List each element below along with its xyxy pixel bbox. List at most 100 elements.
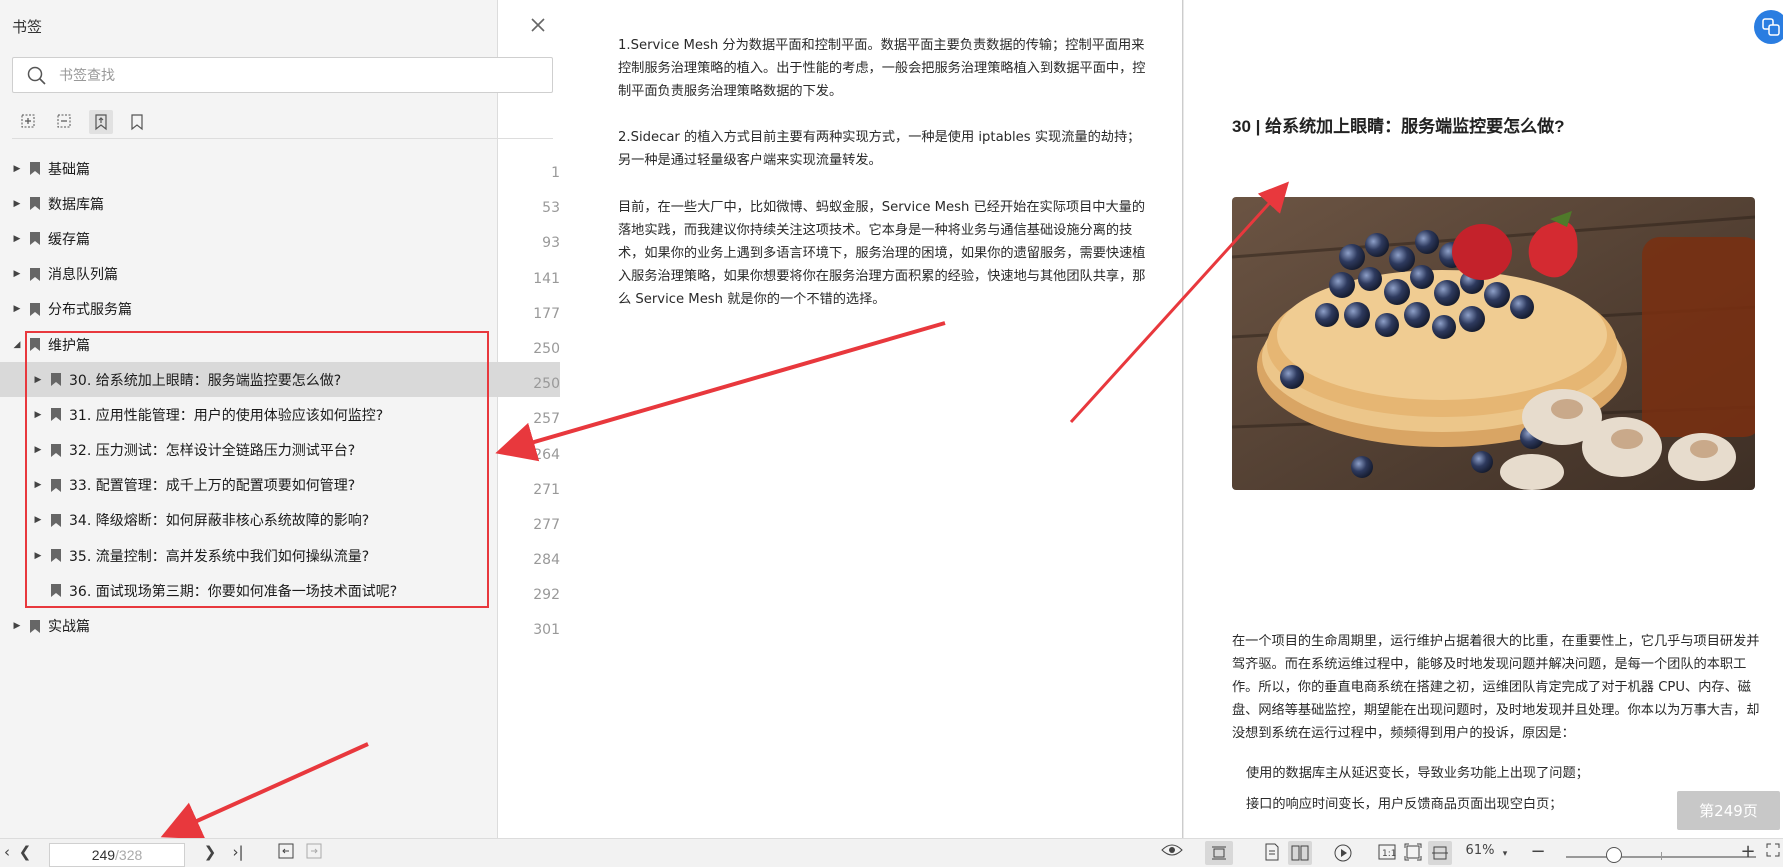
bookmark-label: 36. 面试现场第三期：你要如何准备一场技术面试呢?	[69, 583, 398, 600]
bookmark-page: 177	[533, 305, 560, 322]
bookmark-icon	[51, 549, 61, 563]
actual-size-icon[interactable]: 1:1	[1376, 843, 1398, 861]
paragraph: 2.Sidecar 的植入方式目前主要有两种实现方式，一种是使用 iptable…	[618, 130, 1141, 168]
last-page-icon[interactable]: ›|	[229, 843, 247, 861]
bookmark-item[interactable]: ▶ 31. 应用性能管理：用户的使用体验应该如何监控? 257	[0, 397, 560, 432]
bookmark-label: 32. 压力测试：怎样设计全链路压力测试平台?	[69, 443, 356, 460]
bookmark-page: 93	[542, 235, 560, 252]
bookmark-item[interactable]: ▶ 35. 流量控制：高并发系统中我们如何操纵流量? 284	[0, 538, 560, 573]
back-icon[interactable]	[276, 843, 296, 859]
zoom-tick	[1661, 852, 1662, 860]
expand-arrow-icon[interactable]: ▶	[31, 445, 45, 455]
chapter-image	[1232, 197, 1755, 490]
bookmark-label: 35. 流量控制：高并发系统中我们如何操纵流量?	[69, 548, 370, 565]
bookmark-item[interactable]: ▶ 32. 压力测试：怎样设计全链路压力测试平台? 264	[0, 433, 560, 468]
bookmark-item[interactable]: ▶36. 面试现场第三期：你要如何准备一场技术面试呢?292	[0, 573, 560, 608]
status-bar: ‹ ❮ 249/328 ❯ ›| 1:1 61% ▾ − +	[0, 838, 1783, 867]
remove-bookmark-button[interactable]	[53, 110, 77, 134]
search-input[interactable]	[59, 65, 539, 87]
bookmark-page: 301	[533, 622, 560, 639]
bookmark-item[interactable]: ▶ 33. 配置管理：成千上万的配置项要如何管理? 271	[0, 468, 560, 503]
bookmark-icon	[51, 584, 61, 598]
collapse-arrow-icon[interactable]: ◢	[10, 340, 24, 350]
chevron-down-icon[interactable]: ▾	[1500, 849, 1510, 859]
zoom-out-button[interactable]: −	[1530, 841, 1546, 862]
bookmark-item[interactable]: ▶ 34. 降级熔断：如何屏蔽非核心系统故障的影响? 277	[0, 503, 560, 538]
bookmark-icon	[30, 267, 40, 281]
close-icon[interactable]	[527, 14, 549, 36]
bookmark-label: 31. 应用性能管理：用户的使用体验应该如何监控?	[69, 407, 384, 424]
bookmark-label: 分布式服务篇	[48, 302, 132, 319]
bookmark-item-selected[interactable]: ▶ 30. 给系统加上眼睛：服务端监控要怎么做? 250	[0, 362, 560, 398]
zoom-level[interactable]: 61%	[1460, 843, 1500, 858]
expand-bookmark-button[interactable]	[89, 110, 113, 134]
bookmark-item[interactable]: ▶ 实战篇 301	[0, 608, 560, 643]
bookmark-toggle-button[interactable]	[125, 110, 149, 134]
page-number-input[interactable]: 249/328	[49, 843, 185, 867]
bookmark-page: 284	[533, 552, 560, 569]
bookmark-item[interactable]: ▶ 分布式服务篇 177	[0, 292, 560, 327]
fullscreen-icon[interactable]	[1765, 843, 1781, 857]
bookmark-item[interactable]: ▶ 消息队列篇 141	[0, 257, 560, 292]
total-pages: /328	[115, 847, 143, 863]
remove-bookmark-icon	[57, 114, 71, 128]
bookmark-icon	[30, 232, 40, 246]
paragraph: 目前，在一些大厂中，比如微博、蚂蚁金服，Service Mesh 已经开始在实际…	[618, 200, 1146, 307]
bookmark-page: 250	[533, 376, 560, 393]
expand-arrow-icon[interactable]: ▶	[10, 199, 24, 209]
expand-arrow-icon[interactable]: ▶	[10, 234, 24, 244]
two-page-view-button[interactable]	[1288, 841, 1312, 865]
play-icon[interactable]	[1332, 843, 1354, 863]
paragraph: 在一个项目的生命周期里，运行维护占据着很大的比重，在重要性上，它几乎与项目研发并…	[1232, 634, 1760, 741]
bookmark-icon	[51, 513, 61, 527]
add-bookmark-icon	[21, 114, 35, 128]
bookmark-tree: ▶ 基础篇 1 ▶ 数据库篇 53 ▶ 缓存篇 93 ▶ 消息队列篇 141 ▶ 分布式服务篇 17…	[0, 151, 560, 644]
bookmark-page: 141	[533, 270, 560, 287]
bookmark-page: 53	[542, 200, 560, 217]
bookmark-up-icon	[95, 114, 107, 131]
bookmark-item[interactable]: ▶ 数据库篇 53	[0, 186, 560, 221]
left-page: 1.Service Mesh 分为数据平面和控制平面。数据平面主要负责数据的传输…	[570, 0, 1183, 838]
divider	[12, 138, 553, 139]
bookmark-page: 271	[533, 481, 560, 498]
bookmark-page: 250	[533, 340, 560, 357]
expand-arrow-icon[interactable]: ▶	[31, 551, 45, 561]
bookmark-page: 264	[533, 446, 560, 463]
bookmark-item[interactable]: ▶ 基础篇 1	[0, 151, 560, 186]
expand-arrow-icon[interactable]: ▶	[10, 269, 24, 279]
expand-arrow-icon[interactable]: ▶	[31, 515, 45, 525]
prev-page-icon[interactable]: ❮	[18, 843, 32, 861]
bookmark-item[interactable]: ◢ 维护篇 250	[0, 327, 560, 362]
bookmark-search[interactable]	[12, 57, 553, 93]
expand-arrow-icon[interactable]: ▶	[10, 304, 24, 314]
bullet-item: 使用的数据库主从延迟变长，导致业务功能上出现了问题；	[1246, 766, 1589, 781]
fit-width-button[interactable]	[1428, 841, 1452, 865]
next-page-icon[interactable]: ❯	[203, 843, 217, 861]
document-view-icon[interactable]	[1262, 843, 1282, 861]
single-page-view-button[interactable]	[1205, 841, 1233, 865]
eye-icon[interactable]	[1160, 843, 1184, 857]
bookmark-label: 基础篇	[48, 161, 90, 178]
zoom-in-button[interactable]: +	[1740, 841, 1756, 862]
fit-page-icon[interactable]	[1402, 843, 1424, 861]
paragraph: 1.Service Mesh 分为数据平面和控制平面。数据平面主要负责数据的传输…	[618, 38, 1146, 99]
bookmark-label: 30. 给系统加上眼睛：服务端监控要怎么做?	[69, 372, 342, 389]
bookmark-icon	[51, 478, 61, 492]
bookmark-item[interactable]: ▶ 缓存篇 93	[0, 221, 560, 256]
expand-arrow-icon[interactable]: ▶	[31, 375, 45, 385]
expand-arrow-icon[interactable]: ▶	[31, 480, 45, 490]
forward-icon[interactable]	[304, 843, 324, 859]
translate-float-button[interactable]	[1754, 10, 1783, 44]
expand-arrow-icon[interactable]: ▶	[10, 164, 24, 174]
bookmark-icon	[30, 619, 40, 633]
bookmark-icon	[51, 443, 61, 457]
translate-icon	[1762, 18, 1780, 36]
expand-arrow-icon[interactable]: ▶	[31, 410, 45, 420]
bookmark-panel: 书签 ▶ 基础篇 1 ▶ 数据库篇 53 ▶ 缓存篇 93 ▶ 消息队列篇 141 ▶ 分布式服务…	[0, 0, 560, 838]
bookmark-page: 257	[533, 411, 560, 428]
bookmark-icon	[51, 373, 61, 387]
zoom-slider-handle[interactable]	[1605, 847, 1622, 863]
first-page-icon[interactable]: ‹	[2, 843, 12, 861]
expand-arrow-icon[interactable]: ▶	[10, 621, 24, 631]
add-bookmark-button[interactable]	[17, 110, 41, 134]
